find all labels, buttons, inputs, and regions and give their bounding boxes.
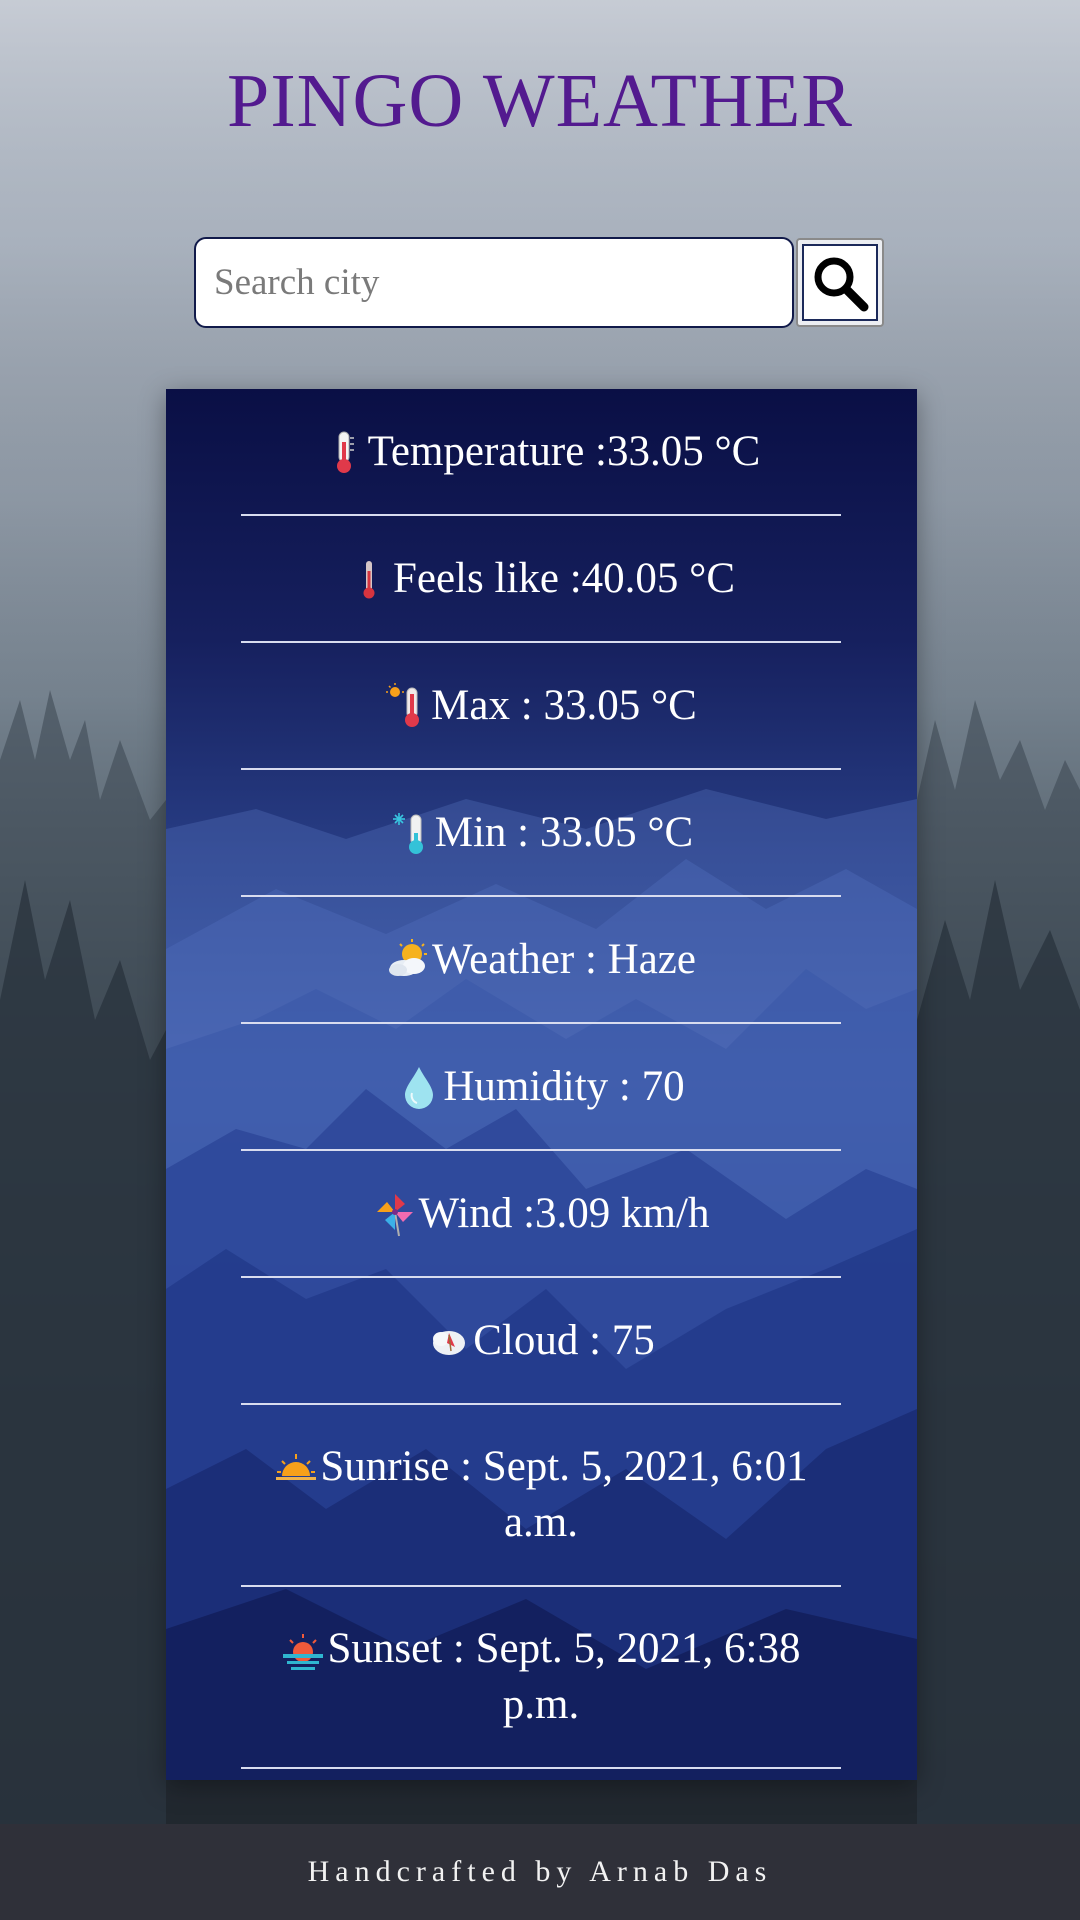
weather-card: Temperature :33.05 °C Feels like :40.05 …: [166, 389, 917, 1780]
pinwheel-icon: [376, 1193, 413, 1236]
sunset-content: Sunset : Sept. 5, 2021, 6:38 p.m.: [281, 1621, 801, 1733]
search-button[interactable]: [796, 238, 884, 327]
weather-row-condition: Weather : Haze: [241, 897, 841, 1024]
max-text: Max : 33.05 °C: [431, 681, 697, 729]
weather-row-cloud: Cloud : 75: [241, 1278, 841, 1405]
weather-row-sunset: Sunset : Sept. 5, 2021, 6:38 p.m.: [241, 1587, 841, 1769]
weather-row-humidity: Humidity : 70: [241, 1024, 841, 1151]
wind-text: Wind :3.09 km/h: [418, 1189, 710, 1237]
cloud-text: Cloud : 75: [473, 1316, 655, 1364]
sunrise-text: Sunrise : Sept. 5, 2021, 6:01: [320, 1443, 808, 1490]
cloud-icon: [433, 1330, 466, 1355]
weather-row-max: Max : 33.05 °C: [241, 643, 841, 770]
sunset-text-continued: p.m.: [502, 1681, 580, 1728]
thermometer-icon: [336, 431, 354, 473]
thermometer-icon: [363, 560, 375, 598]
sunset-line-1: Sunset : Sept. 5, 2021, 6:38: [281, 1621, 801, 1677]
footer: Handcrafted by Arnab Das: [0, 1824, 1080, 1920]
sunrise-text-continued: a.m.: [503, 1499, 579, 1546]
hot-thermometer-icon: [386, 682, 420, 727]
sunrise-icon: [276, 1454, 317, 1481]
weather-row-min: Min : 33.05 °C: [241, 770, 841, 897]
sun-behind-cloud-icon: [389, 938, 428, 976]
cold-thermometer-icon: [392, 812, 423, 854]
search-button-frame: [802, 244, 878, 321]
weather-row-feels-like: Feels like :40.05 °C: [241, 516, 841, 643]
sunrise-content: Sunrise : Sept. 5, 2021, 6:01 a.m.: [274, 1439, 808, 1551]
weather-row-sunrise: Sunrise : Sept. 5, 2021, 6:01 a.m.: [241, 1405, 841, 1587]
sunset-text: Sunset : Sept. 5, 2021, 6:38: [327, 1625, 801, 1672]
weather-row-temperature: Temperature :33.05 °C: [241, 389, 841, 516]
min-text: Min : 33.05 °C: [434, 808, 694, 856]
search-icon: [814, 257, 869, 311]
humidity-text: Humidity : 70: [443, 1062, 685, 1110]
weather-row-wind: Wind :3.09 km/h: [241, 1151, 841, 1278]
search-input[interactable]: [194, 237, 794, 328]
feels-like-text: Feels like :40.05 °C: [392, 554, 736, 602]
weather-condition-text: Weather : Haze: [432, 935, 696, 983]
app-title: PINGO WEATHER: [227, 59, 853, 143]
temperature-text: Temperature :33.05 °C: [367, 427, 761, 475]
droplet-icon: [405, 1066, 434, 1109]
sunrise-line-1: Sunrise : Sept. 5, 2021, 6:01: [274, 1439, 808, 1495]
footer-credit: Handcrafted by Arnab Das: [307, 1855, 773, 1888]
sunset-icon: [283, 1634, 324, 1671]
